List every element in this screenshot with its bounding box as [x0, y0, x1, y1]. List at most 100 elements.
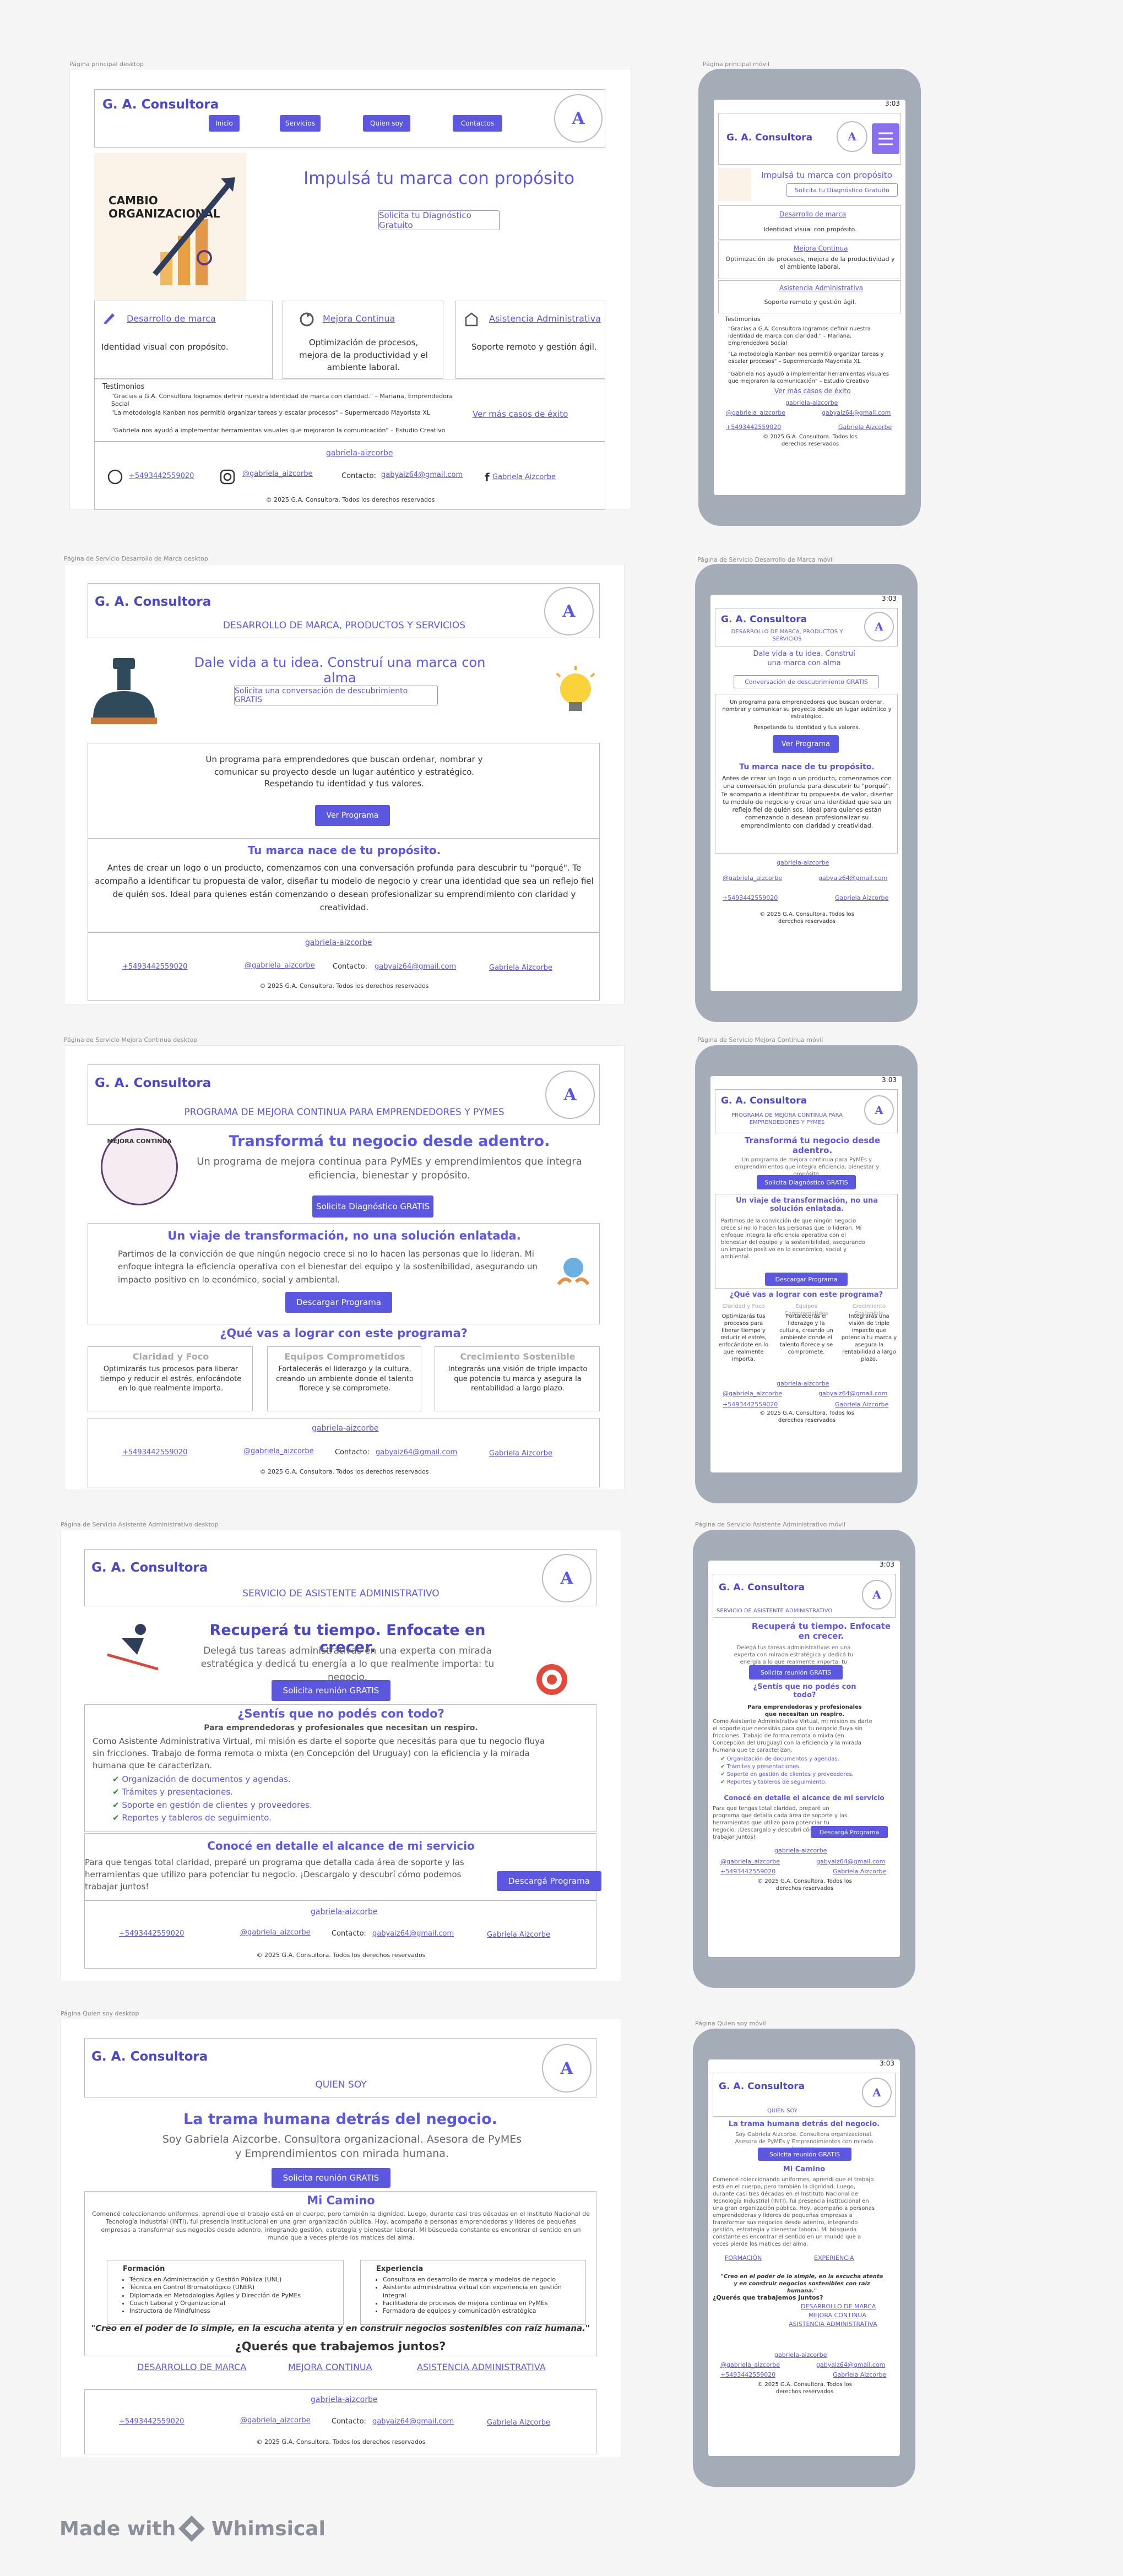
instagram-link[interactable]: @gabriela_aizcorbe	[726, 409, 785, 417]
linkedin-link[interactable]: gabriela-aizcorbe	[311, 1907, 377, 1916]
linkedin-link[interactable]: gabriela-aizcorbe	[305, 938, 372, 947]
download-program-button[interactable]: Descargá Programa	[811, 1826, 888, 1838]
download-program-button[interactable]: Descargar Programa	[765, 1273, 848, 1286]
diagnostic-cta[interactable]: Solicita Diagnóstico GRATIS	[312, 1195, 433, 1218]
link-improve[interactable]: MEJORA CONTINUA	[809, 2312, 866, 2319]
brand-name[interactable]: G. A. Consultora	[91, 2050, 208, 2064]
brand-name[interactable]: G. A. Consultora	[102, 97, 219, 112]
linkedin-link[interactable]: gabriela-aizcorbe	[312, 1424, 378, 1433]
diagnostic-cta[interactable]: Solicita tu Diagnóstico Gratuito	[378, 210, 500, 230]
logo[interactable]: A	[864, 1095, 894, 1125]
meeting-cta[interactable]: Solicita reunión GRATIS	[749, 1665, 843, 1680]
nav-servicios[interactable]: Servicios	[280, 115, 321, 132]
email-link[interactable]: gabyaiz64@gmail.com	[816, 2361, 885, 2369]
instagram-link[interactable]: @gabriela_aizcorbe	[240, 2416, 311, 2425]
phone-link[interactable]: +5493442559020	[119, 1930, 184, 1938]
menu-button[interactable]	[872, 123, 899, 154]
link-admin[interactable]: ASISTENCIA ADMINISTRATIVA	[417, 2362, 546, 2372]
phone-link[interactable]: +5493442559020	[726, 423, 781, 431]
service-title[interactable]: Asistencia Administrativa	[489, 313, 601, 324]
service-card-improve[interactable]: Mejora Continua Optimización de procesos…	[283, 301, 443, 379]
program-button[interactable]: Ver Programa	[773, 735, 839, 753]
brand-name[interactable]: G. A. Consultora	[721, 1095, 807, 1106]
linkedin-link[interactable]: gabriela-aizcorbe	[777, 859, 829, 867]
linkedin-link[interactable]: gabriela-aizcorbe	[311, 2395, 377, 2404]
service-title[interactable]: Asistencia Administrativa	[779, 284, 863, 292]
service-card-admin[interactable]: Asistencia Administrativa Soporte remoto…	[455, 301, 605, 379]
instagram-link[interactable]: @gabriela_aizcorbe	[243, 1447, 314, 1455]
instagram-link[interactable]: @gabriela_aizcorbe	[720, 1858, 780, 1866]
program-button[interactable]: Ver Programa	[315, 805, 390, 826]
email-link[interactable]: gabyaiz64@gmail.com	[818, 874, 887, 882]
download-program-button[interactable]: Descargar Programa	[285, 1292, 392, 1313]
brand-name[interactable]: G. A. Consultora	[726, 132, 812, 143]
brand-name[interactable]: G. A. Consultora	[95, 595, 211, 609]
email-link[interactable]: gabyaiz64@gmail.com	[818, 1390, 887, 1398]
phone-link[interactable]: +5493442559020	[723, 894, 778, 902]
link-admin[interactable]: ASISTENCIA ADMINISTRATIVA	[789, 2320, 877, 2328]
experience-link[interactable]: EXPERIENCIA	[814, 2254, 854, 2262]
instagram-link[interactable]: @gabriela_aizcorbe	[240, 1928, 311, 1937]
service-title[interactable]: Mejora Continua	[323, 313, 395, 324]
linkedin-link[interactable]: gabriela-aizcorbe	[326, 449, 393, 458]
discovery-cta[interactable]: Solicita una conversación de descubrimie…	[234, 686, 438, 705]
logo[interactable]: A	[864, 612, 894, 642]
email-link[interactable]: gabyaiz64@gmail.com	[816, 1858, 885, 1866]
brand-name[interactable]: G. A. Consultora	[719, 1582, 805, 1593]
linkedin-link[interactable]: gabriela-aizcorbe	[777, 1380, 829, 1388]
phone-link[interactable]: +5493442559020	[723, 1401, 778, 1409]
phone-link[interactable]: +5493442559020	[720, 1868, 775, 1876]
phone-link[interactable]: +5493442559020	[720, 2371, 775, 2379]
instagram-link[interactable]: @gabriela_aizcorbe	[723, 1390, 782, 1398]
email-link[interactable]: gabyaiz64@gmail.com	[375, 963, 456, 971]
facebook-link[interactable]: Gabriela Aizcorbe	[492, 473, 556, 481]
meeting-cta[interactable]: Solicita reunión GRATIS	[758, 2148, 851, 2161]
more-cases-link[interactable]: Ver más casos de éxito	[774, 387, 851, 395]
linkedin-link[interactable]: gabriela-aizcorbe	[774, 1847, 827, 1855]
link-brand[interactable]: DESARROLLO DE MARCA	[137, 2362, 246, 2372]
facebook-link[interactable]: Gabriela Aizcorbe	[487, 1931, 550, 1939]
meeting-cta[interactable]: Solicita reunión GRATIS	[272, 2168, 390, 2188]
link-brand[interactable]: DESARROLLO DE MARCA	[801, 2303, 876, 2311]
service-title[interactable]: Desarrollo de marca	[779, 210, 846, 218]
brand-name[interactable]: G. A. Consultora	[721, 614, 807, 625]
logo[interactable]: A	[837, 121, 867, 152]
phone-link[interactable]: +5493442559020	[119, 2417, 184, 2426]
instagram-link[interactable]: @gabriela_aizcorbe	[720, 2361, 780, 2369]
email-link[interactable]: gabyaiz64@gmail.com	[822, 409, 891, 417]
logo[interactable]: A	[862, 1580, 892, 1610]
brand-name[interactable]: G. A. Consultora	[91, 1561, 208, 1575]
linkedin-link[interactable]: gabriela-aizcorbe	[785, 399, 838, 407]
diagnostic-cta[interactable]: Solicita tu Diagnóstico Gratuito	[786, 183, 898, 197]
linkedin-link[interactable]: gabriela-aizcorbe	[774, 2351, 827, 2359]
facebook-link[interactable]: Gabriela Aizcorbe	[487, 2419, 550, 2427]
service-card-admin[interactable]: Asistencia Administrativa Soporte remoto…	[718, 280, 901, 313]
email-link[interactable]: gabyaiz64@gmail.com	[381, 471, 463, 479]
service-card-improve[interactable]: Mejora Continua Optimización de procesos…	[718, 241, 901, 279]
brand-name[interactable]: G. A. Consultora	[719, 2081, 805, 2092]
phone-link[interactable]: +5493442559020	[122, 963, 187, 971]
instagram-link[interactable]: @gabriela_aizcorbe	[723, 874, 782, 882]
facebook-link[interactable]: Gabriela Aizcorbe	[835, 894, 888, 902]
nav-contactos[interactable]: Contactos	[453, 115, 502, 132]
phone-link[interactable]: +5493442559020	[122, 1448, 187, 1457]
whimsical-brand[interactable]: Whimsical	[211, 2518, 325, 2540]
diagnostic-cta[interactable]: Solicita Diagnóstico GRATIS	[757, 1175, 856, 1189]
email-link[interactable]: gabyaiz64@gmail.com	[372, 1930, 454, 1938]
facebook-link[interactable]: Gabriela Aizcorbe	[835, 1401, 888, 1409]
facebook-link[interactable]: Gabriela Aizcorbe	[833, 1868, 886, 1876]
discovery-cta[interactable]: Conversación de descubrimiento GRATIS	[734, 675, 879, 688]
instagram-link[interactable]: @gabriela_aizcorbe	[245, 961, 315, 970]
nav-quien-soy[interactable]: Quien soy	[363, 115, 410, 132]
more-cases-link[interactable]: Ver más casos de éxito	[473, 409, 568, 419]
service-card-brand[interactable]: Desarrollo de marca Identidad visual con…	[718, 205, 901, 240]
nav-inicio[interactable]: Inicio	[209, 115, 240, 132]
email-link[interactable]: gabyaiz64@gmail.com	[372, 2417, 454, 2426]
facebook-link[interactable]: Gabriela Aizcorbe	[833, 2371, 886, 2379]
download-program-button[interactable]: Descargá Programa	[497, 1871, 601, 1891]
service-card-brand[interactable]: Desarrollo de marca Identidad visual con…	[94, 301, 273, 379]
education-link[interactable]: FORMACIÓN	[725, 2254, 762, 2262]
service-title[interactable]: Mejora Continua	[794, 244, 848, 252]
link-improve[interactable]: MEJORA CONTINUA	[288, 2362, 372, 2372]
logo[interactable]: A	[554, 94, 603, 143]
